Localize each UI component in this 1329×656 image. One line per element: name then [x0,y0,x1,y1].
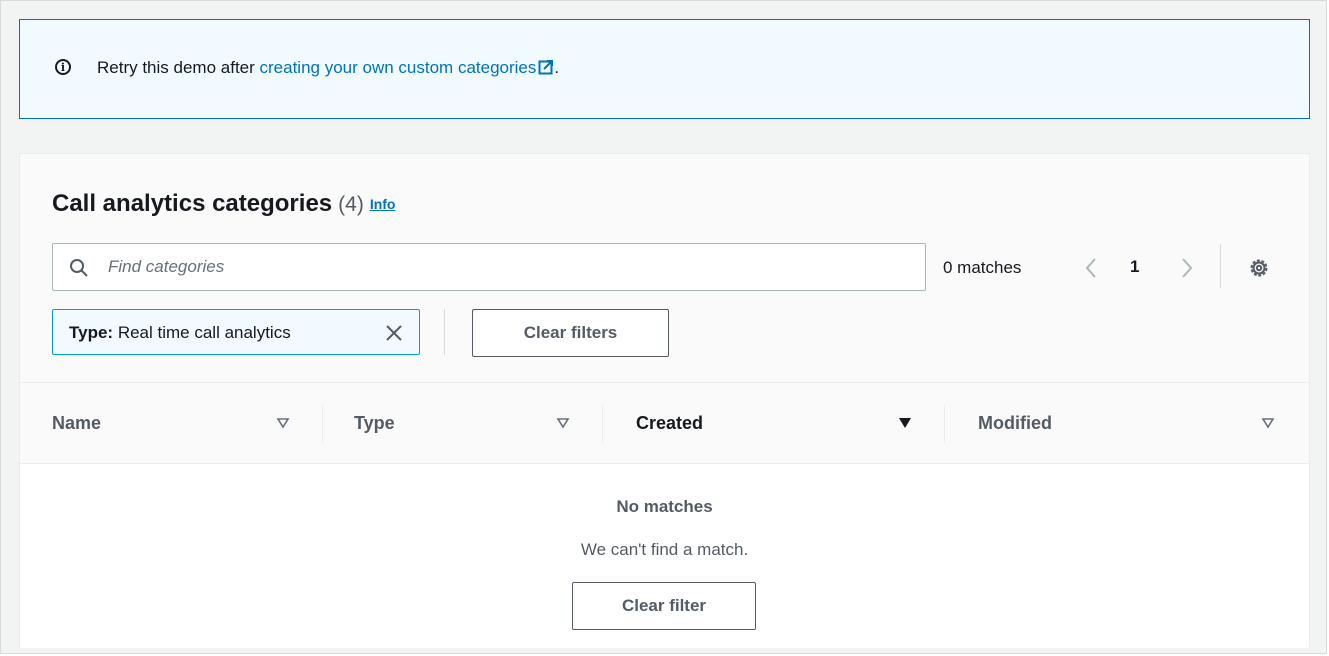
column-header-name[interactable]: Name [52,413,101,434]
filter-token-key: Type: [69,323,114,342]
banner-text-before: Retry this demo after [97,58,260,77]
info-link[interactable]: Info [370,196,396,212]
categories-table-panel: Call analytics categories(4) Info 0 match… [19,153,1310,648]
pager-divider [1220,244,1221,288]
banner-text-after: . [554,58,560,77]
column-separator[interactable] [322,405,323,443]
clear-filter-button[interactable]: Clear filter [572,582,756,630]
filter-token: Type: Real time call analytics [52,309,420,355]
empty-state-message: We can't find a match. [580,540,749,559]
table-body: No matches We can't find a match. Clear … [20,463,1309,648]
info-icon: i [55,59,71,75]
close-icon[interactable] [385,324,403,342]
sort-descending-icon[interactable] [898,416,912,430]
clear-filters-button[interactable]: Clear filters [472,309,669,357]
table-count: (4) [338,193,364,216]
sort-icon[interactable] [276,416,290,430]
search-icon [70,259,88,277]
custom-categories-link-label: creating your own custom categories [259,58,537,77]
table-header-row: Name Type Created Modified [20,383,1309,463]
matches-count: 0 matches [943,258,1022,277]
current-page-number[interactable]: 1 [1130,257,1139,277]
empty-state-title: No matches [616,497,713,516]
column-header-type[interactable]: Type [354,413,395,434]
page-frame: i Retry this demo after creating your ow… [0,0,1327,654]
column-separator[interactable] [944,405,945,443]
info-banner: i Retry this demo after creating your ow… [19,19,1310,119]
sort-icon[interactable] [556,416,570,430]
search-field[interactable] [52,243,926,291]
custom-categories-link[interactable]: creating your own custom categories [260,58,555,77]
sort-icon[interactable] [1261,416,1275,430]
column-separator[interactable] [602,405,603,443]
chevron-right-icon[interactable] [1177,255,1197,281]
token-divider [444,309,445,355]
filter-token-label: Type: Real time call analytics [69,323,291,343]
chevron-left-icon[interactable] [1081,255,1101,281]
search-input[interactable] [108,256,908,278]
banner-message: Retry this demo after creating your own … [97,58,559,78]
column-header-created[interactable]: Created [636,413,703,434]
external-link-icon [538,60,554,75]
filter-token-value: Real time call analytics [117,323,291,342]
table-title: Call analytics categories [52,190,333,217]
table-header: Call analytics categories (4) Info [52,190,395,219]
column-header-modified[interactable]: Modified [978,413,1052,434]
gear-icon[interactable] [1248,257,1270,279]
